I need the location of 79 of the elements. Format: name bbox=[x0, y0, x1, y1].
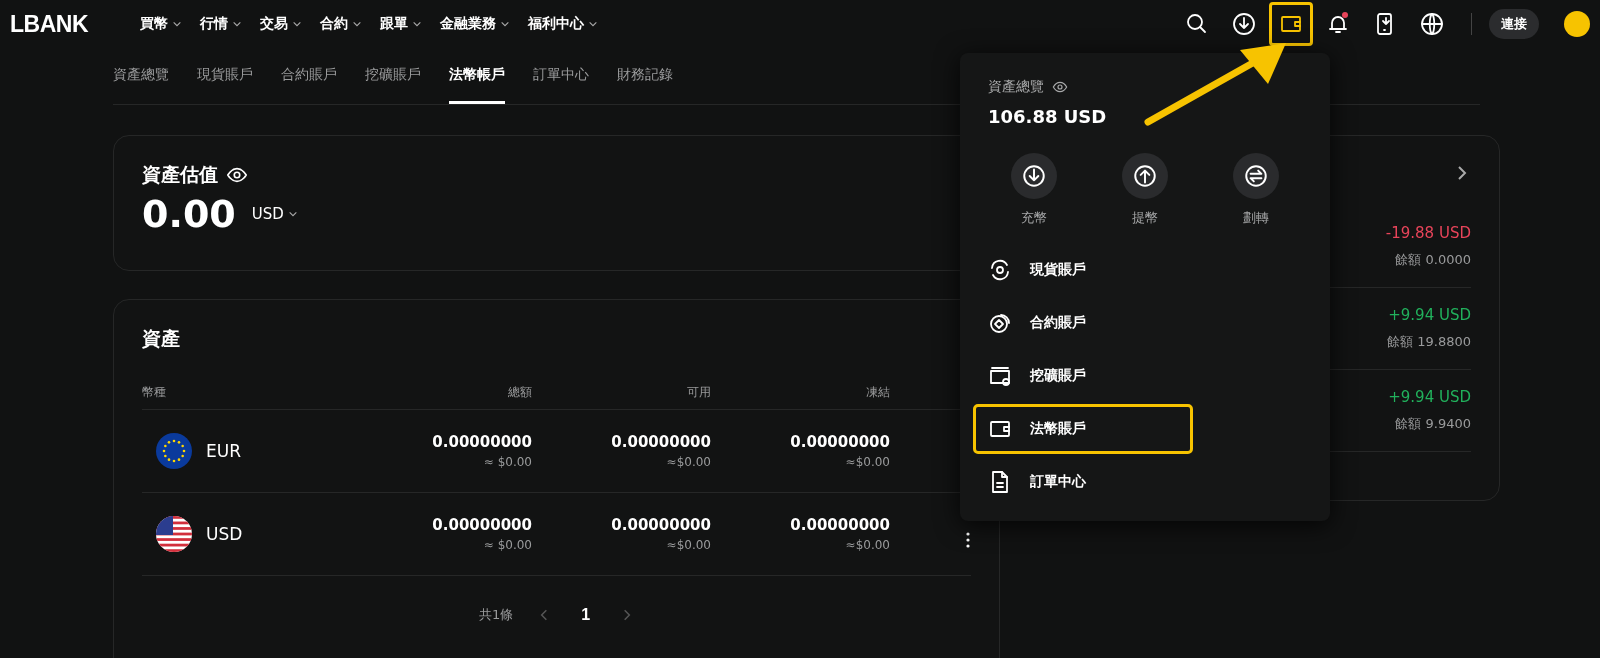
eu-flag-icon bbox=[156, 433, 192, 469]
account-tab[interactable]: 挖礦賬戶 bbox=[365, 48, 421, 104]
table-cell: 0.00000000 bbox=[432, 516, 532, 534]
account-tab[interactable]: 合約賬戶 bbox=[281, 48, 337, 104]
chevron-down-icon bbox=[352, 19, 362, 29]
avatar[interactable] bbox=[1564, 11, 1590, 37]
search-icon bbox=[1185, 12, 1209, 36]
globe-icon bbox=[1420, 12, 1444, 36]
cycle-icon bbox=[988, 258, 1012, 282]
chevron-down-icon bbox=[232, 19, 242, 29]
eye-icon[interactable] bbox=[1052, 79, 1068, 95]
account-tab[interactable]: 資產總覽 bbox=[113, 48, 169, 104]
table-cell: 0.00000000 bbox=[611, 516, 711, 534]
action-button[interactable]: 劃轉 bbox=[1200, 153, 1312, 227]
column-header: 總額 bbox=[507, 384, 532, 401]
card-title: 資產估值 bbox=[142, 162, 218, 187]
account-menu-item[interactable]: 合約賬戶 bbox=[973, 298, 1193, 348]
box-coin-icon bbox=[988, 364, 1012, 388]
pnl-value: +9.94 USD bbox=[1388, 388, 1471, 406]
table-cell: 0.00000000 bbox=[611, 433, 711, 451]
page-number[interactable]: 1 bbox=[575, 606, 597, 624]
download-icon bbox=[1020, 163, 1047, 189]
currency-name: EUR bbox=[206, 441, 241, 461]
account-menu-item[interactable]: 現貨賬戶 bbox=[973, 245, 1193, 295]
column-header: 幣種 bbox=[142, 384, 167, 401]
account-menu-item[interactable]: 法幣賬戶 bbox=[973, 404, 1193, 454]
valuation-amount: 0.00 bbox=[142, 192, 236, 236]
nav-menu-item[interactable]: 跟單 bbox=[380, 15, 422, 33]
nav-menu-item[interactable]: 行情 bbox=[200, 15, 242, 33]
table-cell: 0.00000000 bbox=[790, 516, 890, 534]
usd-value: ≈$0.00 bbox=[666, 455, 711, 469]
usd-value: ≈$0.00 bbox=[845, 455, 890, 469]
account-tab[interactable]: 訂單中心 bbox=[533, 48, 589, 104]
column-header: 可用 bbox=[686, 384, 711, 401]
table-cell: 0.00000000 bbox=[790, 433, 890, 451]
nav-menu-item[interactable]: 交易 bbox=[260, 15, 302, 33]
chevron-down-icon bbox=[412, 19, 422, 29]
column-header: 凍結 bbox=[865, 384, 890, 401]
nav-menu-item[interactable]: 合約 bbox=[320, 15, 362, 33]
nav-menu-item[interactable]: 金融業務 bbox=[440, 15, 510, 33]
currency-name: USD bbox=[206, 524, 243, 544]
dropdown-title: 資產總覽 bbox=[988, 78, 1044, 96]
transfer-icon bbox=[1243, 163, 1270, 189]
action-button[interactable]: 充幣 bbox=[978, 153, 1090, 227]
balance-text: 餘額 19.8800 bbox=[1387, 333, 1471, 351]
notification-dot bbox=[1342, 12, 1348, 18]
connect-button[interactable]: 連接 bbox=[1489, 9, 1539, 39]
nav-menu-item[interactable]: 福利中心 bbox=[528, 15, 598, 33]
chevron-down-icon bbox=[172, 19, 182, 29]
more-icon[interactable] bbox=[965, 531, 971, 549]
usd-value: ≈ $0.00 bbox=[483, 538, 532, 552]
balance-text: 餘額 0.0000 bbox=[1395, 251, 1471, 269]
pnl-value: -19.88 USD bbox=[1385, 224, 1471, 242]
action-button[interactable]: 提幣 bbox=[1089, 153, 1201, 227]
account-menu-item[interactable]: 挖礦賬戶 bbox=[973, 351, 1193, 401]
currency-dropdown[interactable]: USD bbox=[251, 205, 298, 223]
nav-menu-item[interactable]: 買幣 bbox=[140, 15, 182, 33]
usd-value: ≈$0.00 bbox=[845, 538, 890, 552]
account-tab[interactable]: 財務記錄 bbox=[617, 48, 673, 104]
upload-icon bbox=[1132, 163, 1158, 189]
account-tab[interactable]: 現貨賬戶 bbox=[197, 48, 253, 104]
chevron-down-icon bbox=[292, 19, 302, 29]
card-title: 資產 bbox=[142, 327, 180, 349]
account-tab[interactable]: 法幣帳戶 bbox=[449, 48, 505, 104]
pnl-value: +9.94 USD bbox=[1388, 306, 1471, 324]
chevron-down-icon bbox=[588, 19, 598, 29]
table-cell: 0.00000000 bbox=[432, 433, 532, 451]
total-count: 共1條 bbox=[478, 606, 514, 624]
coins-icon bbox=[988, 311, 1012, 335]
us-flag-icon bbox=[156, 516, 192, 552]
chevron-down-icon bbox=[287, 209, 298, 219]
logo[interactable]: LBANK bbox=[10, 10, 140, 38]
chevron-down-icon bbox=[500, 19, 510, 29]
download-icon bbox=[1232, 12, 1256, 36]
total-amount: 106.88 USD bbox=[988, 106, 1108, 127]
balance-text: 餘額 9.9400 bbox=[1395, 415, 1471, 433]
usd-value: ≈$0.00 bbox=[666, 538, 711, 552]
account-menu-item[interactable]: 訂單中心 bbox=[973, 457, 1193, 507]
usd-value: ≈ $0.00 bbox=[483, 455, 532, 469]
